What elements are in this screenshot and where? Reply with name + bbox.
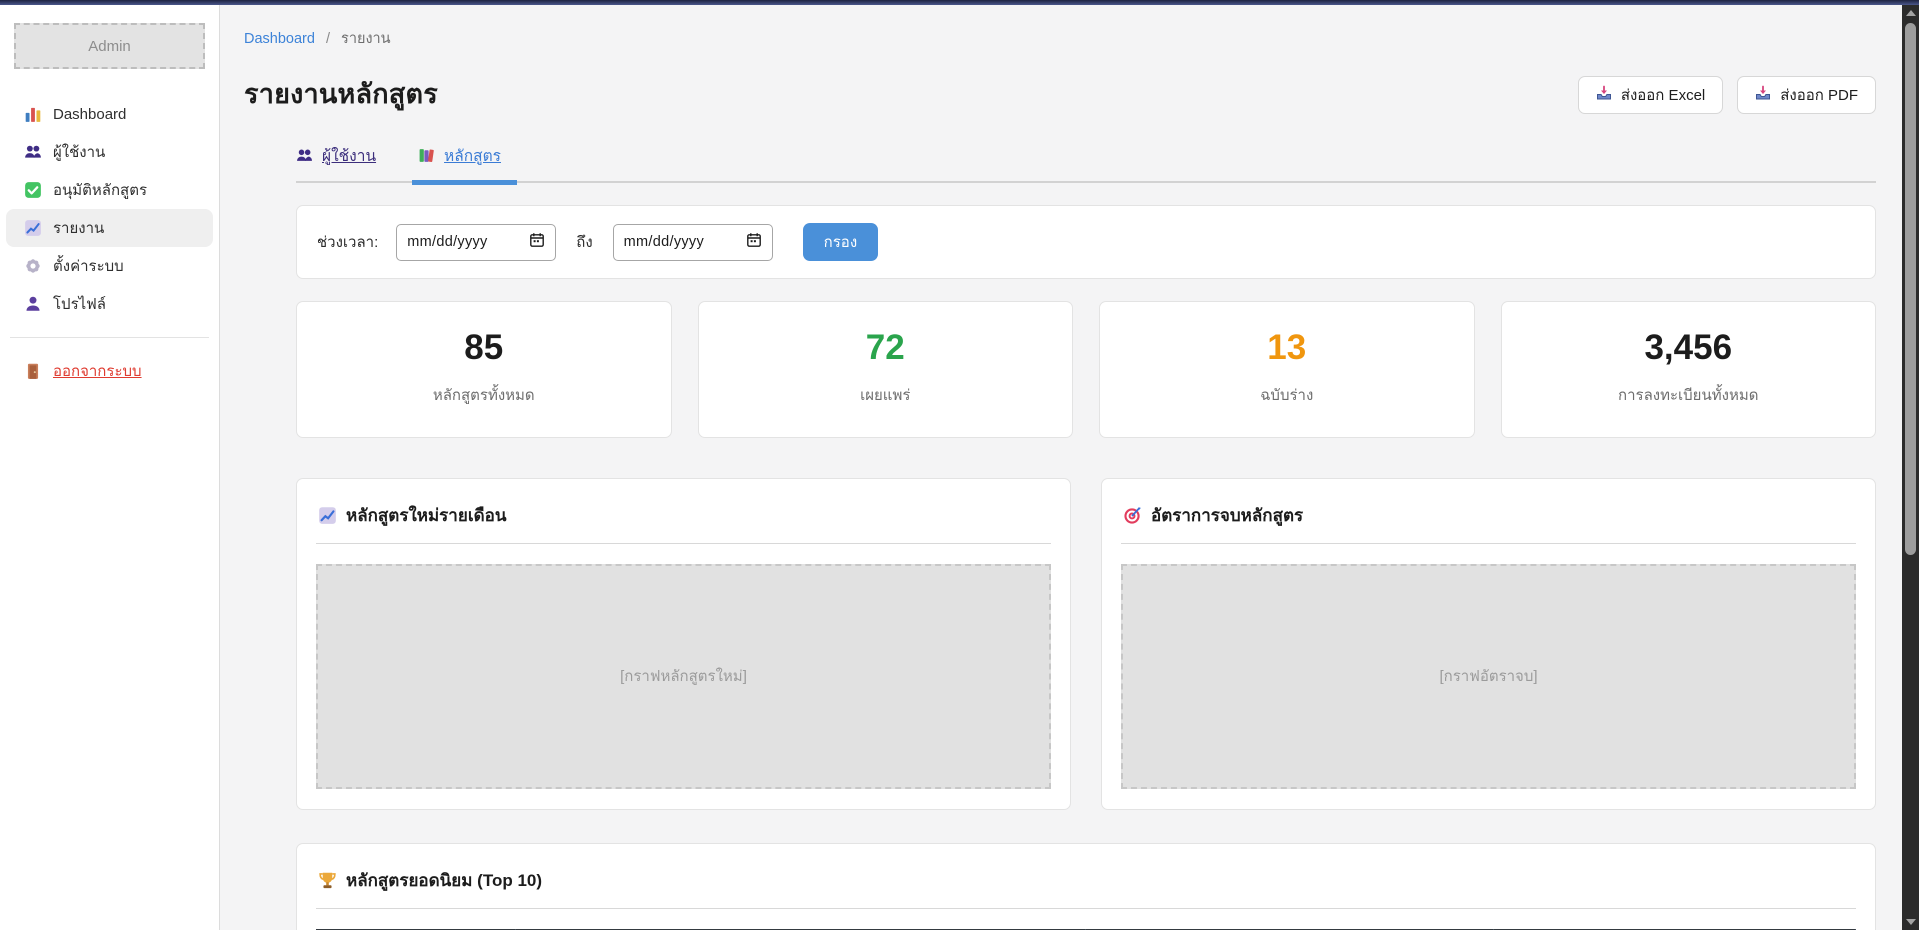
download-tray-icon bbox=[1596, 85, 1612, 105]
date-range-label: ช่วงเวลา: bbox=[317, 230, 378, 254]
stat-label: เผยแพร่ bbox=[709, 383, 1063, 407]
sidebar-item-users[interactable]: ผู้ใช้งาน bbox=[6, 133, 213, 171]
placeholder-text: [กราฟอัตราจบ] bbox=[1439, 664, 1537, 688]
report-chart-icon bbox=[24, 219, 42, 237]
sidebar-item-label: Dashboard bbox=[53, 106, 126, 123]
sidebar-item-label: อนุมัติหลักสูตร bbox=[53, 178, 147, 202]
users-icon bbox=[296, 147, 314, 165]
sidebar-item-label: ตั้งค่าระบบ bbox=[53, 254, 124, 278]
export-excel-button[interactable]: ส่งออก Excel bbox=[1578, 76, 1723, 114]
dashboard-icon bbox=[24, 105, 42, 123]
stat-value: 72 bbox=[709, 329, 1063, 368]
sidebar-item-label: โปรไฟล์ bbox=[53, 292, 106, 316]
panel-header: อัตราการจบหลักสูตร bbox=[1121, 495, 1856, 544]
export-pdf-label: ส่งออก PDF bbox=[1780, 83, 1858, 107]
export-pdf-button[interactable]: ส่งออก PDF bbox=[1737, 76, 1876, 114]
books-icon bbox=[418, 147, 436, 165]
charts-row: หลักสูตรใหม่รายเดือน [กราฟหลักสูตรใหม่] … bbox=[296, 478, 1876, 810]
tab-section: ผู้ใช้งาน หลักสูตร ช่วงเวลา: mm/dd/yyyy … bbox=[296, 143, 1876, 930]
admin-logo-placeholder: Admin bbox=[14, 23, 205, 69]
approve-check-icon bbox=[24, 181, 42, 199]
tab-courses-label: หลักสูตร bbox=[444, 143, 501, 168]
filter-submit-button[interactable]: กรอง bbox=[803, 223, 878, 261]
download-tray-icon bbox=[1755, 85, 1771, 105]
sidebar: Admin Dashboard ผู้ใช้งาน อนุมัติหลักสูต… bbox=[0, 5, 220, 930]
new-courses-chart-placeholder: [กราฟหลักสูตรใหม่] bbox=[316, 564, 1051, 789]
date-to-value: mm/dd/yyyy bbox=[624, 234, 738, 250]
panel-title: หลักสูตรใหม่รายเดือน bbox=[346, 502, 507, 529]
breadcrumb: Dashboard / รายงาน bbox=[244, 27, 1876, 50]
panel-top-courses: หลักสูตรยอดนิยม (Top 10) bbox=[296, 843, 1876, 930]
breadcrumb-separator: / bbox=[326, 31, 330, 47]
stat-card-total-courses: 85 หลักสูตรทั้งหมด bbox=[296, 301, 672, 438]
sidebar-divider bbox=[10, 337, 209, 338]
tab-users-label: ผู้ใช้งาน bbox=[322, 143, 376, 168]
date-from-value: mm/dd/yyyy bbox=[407, 234, 521, 250]
main-content: Dashboard / รายงาน รายงานหลักสูตร ส่งออก… bbox=[221, 5, 1902, 930]
calendar-icon[interactable] bbox=[746, 232, 762, 253]
tab-users[interactable]: ผู้ใช้งาน bbox=[296, 143, 376, 181]
filter-bar: ช่วงเวลา: mm/dd/yyyy ถึง mm/dd/yyyy กรอง bbox=[296, 205, 1876, 279]
gear-icon bbox=[24, 257, 42, 275]
sidebar-item-logout[interactable]: ออกจากระบบ bbox=[6, 352, 213, 390]
export-buttons: ส่งออก Excel ส่งออก PDF bbox=[1578, 72, 1876, 114]
title-row: รายงานหลักสูตร ส่งออก Excel ส่งออก PDF bbox=[244, 72, 1876, 115]
export-excel-label: ส่งออก Excel bbox=[1621, 83, 1705, 107]
stat-label: หลักสูตรทั้งหมด bbox=[307, 383, 661, 407]
panel-title: อัตราการจบหลักสูตร bbox=[1151, 502, 1303, 529]
admin-logo-text: Admin bbox=[88, 38, 131, 55]
sidebar-item-reports[interactable]: รายงาน bbox=[6, 209, 213, 247]
chart-up-icon bbox=[318, 506, 337, 525]
page-title: รายงานหลักสูตร bbox=[244, 72, 438, 115]
panel-title: หลักสูตรยอดนิยม (Top 10) bbox=[346, 867, 542, 894]
sidebar-item-approve-courses[interactable]: อนุมัติหลักสูตร bbox=[6, 171, 213, 209]
stat-card-total-enrollments: 3,456 การลงทะเบียนทั้งหมด bbox=[1501, 301, 1877, 438]
sidebar-nav: Dashboard ผู้ใช้งาน อนุมัติหลักสูตร รายง… bbox=[0, 95, 219, 390]
stat-card-published: 72 เผยแพร่ bbox=[698, 301, 1074, 438]
sidebar-item-profile[interactable]: โปรไฟล์ bbox=[6, 285, 213, 323]
calendar-icon[interactable] bbox=[529, 232, 545, 253]
panel-header: หลักสูตรใหม่รายเดือน bbox=[316, 495, 1051, 544]
window-top-bar bbox=[0, 0, 1919, 5]
sidebar-item-label: ผู้ใช้งาน bbox=[53, 140, 105, 164]
to-label: ถึง bbox=[576, 230, 592, 254]
stat-label: การลงทะเบียนทั้งหมด bbox=[1512, 383, 1866, 407]
tabs: ผู้ใช้งาน หลักสูตร bbox=[296, 143, 1876, 183]
sidebar-item-dashboard[interactable]: Dashboard bbox=[6, 95, 213, 133]
panel-new-courses: หลักสูตรใหม่รายเดือน [กราฟหลักสูตรใหม่] bbox=[296, 478, 1071, 810]
stat-card-drafts: 13 ฉบับร่าง bbox=[1099, 301, 1475, 438]
target-icon bbox=[1123, 506, 1142, 525]
scrollbar-thumb[interactable] bbox=[1905, 23, 1916, 555]
panel-header: หลักสูตรยอดนิยม (Top 10) bbox=[316, 860, 1856, 909]
sidebar-item-label: ออกจากระบบ bbox=[53, 359, 142, 383]
trophy-icon bbox=[318, 871, 337, 890]
profile-icon bbox=[24, 295, 42, 313]
users-icon bbox=[24, 143, 42, 161]
sidebar-item-label: รายงาน bbox=[53, 216, 104, 240]
date-to-input[interactable]: mm/dd/yyyy bbox=[613, 224, 773, 261]
stats-row: 85 หลักสูตรทั้งหมด 72 เผยแพร่ 13 ฉบับร่า… bbox=[296, 301, 1876, 438]
stat-value: 85 bbox=[307, 329, 661, 368]
tab-courses[interactable]: หลักสูตร bbox=[418, 143, 501, 181]
scrollbar-up-arrow-icon[interactable] bbox=[1902, 5, 1919, 21]
vertical-scrollbar[interactable] bbox=[1902, 5, 1919, 930]
breadcrumb-dashboard-link[interactable]: Dashboard bbox=[244, 31, 315, 47]
placeholder-text: [กราฟหลักสูตรใหม่] bbox=[620, 664, 747, 688]
stat-label: ฉบับร่าง bbox=[1110, 383, 1464, 407]
door-icon bbox=[24, 362, 42, 380]
sidebar-item-settings[interactable]: ตั้งค่าระบบ bbox=[6, 247, 213, 285]
completion-rate-chart-placeholder: [กราฟอัตราจบ] bbox=[1121, 564, 1856, 789]
date-from-input[interactable]: mm/dd/yyyy bbox=[396, 224, 556, 261]
stat-value: 3,456 bbox=[1512, 329, 1866, 368]
scrollbar-down-arrow-icon[interactable] bbox=[1902, 914, 1919, 930]
breadcrumb-current: รายงาน bbox=[341, 31, 391, 47]
panel-completion-rate: อัตราการจบหลักสูตร [กราฟอัตราจบ] bbox=[1101, 478, 1876, 810]
stat-value: 13 bbox=[1110, 329, 1464, 368]
